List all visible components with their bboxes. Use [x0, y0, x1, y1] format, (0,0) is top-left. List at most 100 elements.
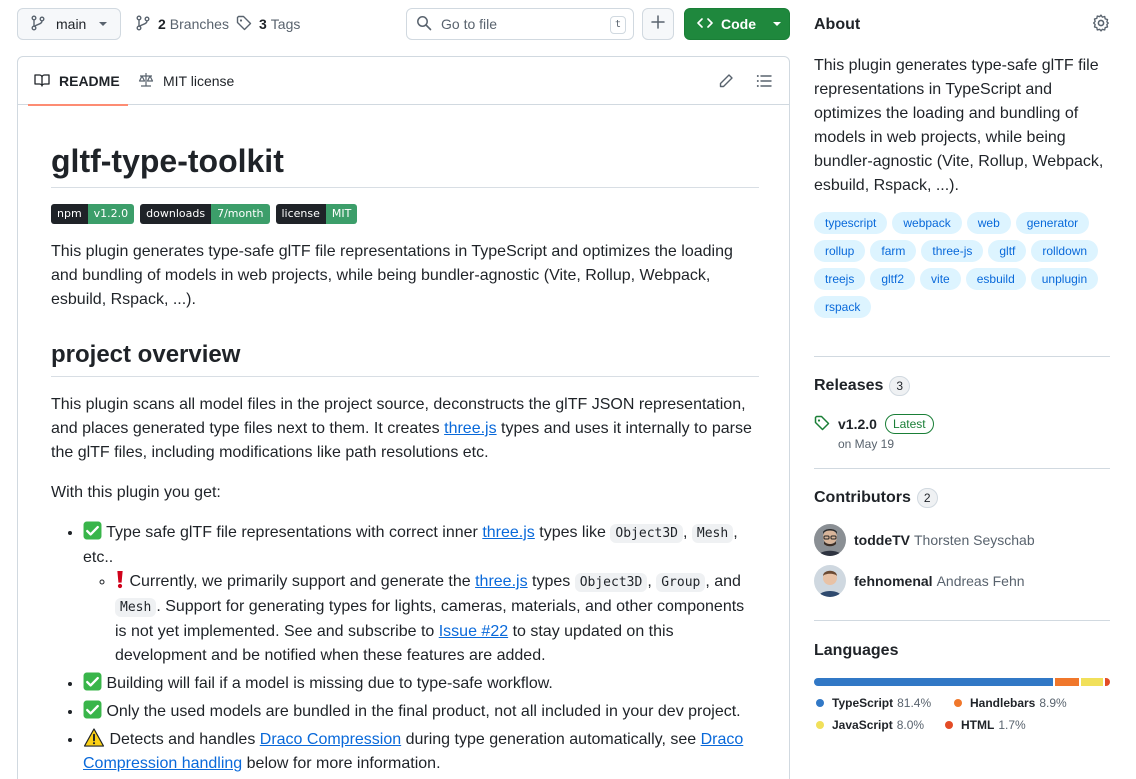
language-color-dot [954, 699, 962, 707]
downloads-badge[interactable]: downloads 7/month [140, 204, 270, 224]
repo-toolbar: main 2 Branches 3 Tags Go to file t Code [17, 8, 790, 40]
text: , [683, 524, 692, 541]
badge-key: downloads [140, 204, 212, 224]
tab-license[interactable]: MIT license [138, 57, 234, 105]
code-icon [697, 15, 713, 34]
tab-license-label: MIT license [163, 73, 235, 89]
contributors-heading[interactable]: Contributors 2 [814, 488, 938, 508]
intro-paragraph: This plugin generates type-safe glTF fil… [51, 243, 733, 308]
draco-link[interactable]: Draco Compression [260, 731, 401, 748]
avatar[interactable] [814, 524, 846, 556]
language-bar [814, 678, 1110, 686]
pencil-icon[interactable] [718, 73, 734, 92]
latest-release[interactable]: v1.2.0 Latest [814, 414, 934, 434]
divider [814, 356, 1110, 357]
topic-list: typescript webpack web generator rollup … [814, 212, 1110, 318]
language-percent: 8.9% [1039, 696, 1067, 710]
contributor-item[interactable]: toddeTV Thorsten Seyschab [814, 524, 1035, 556]
releases-count: 3 [889, 376, 911, 396]
language-name: JavaScript [832, 718, 893, 732]
tab-readme[interactable]: README [28, 57, 128, 106]
tags-count: 3 [259, 16, 267, 32]
badge-key: npm [51, 204, 88, 224]
inline-code: Object3D [574, 573, 648, 592]
topic-tag[interactable]: generator [1015, 212, 1090, 234]
topic-tag[interactable]: gltf2 [870, 268, 916, 290]
language-bar-segment [1054, 678, 1082, 686]
language-item[interactable]: HTML 1.7% [945, 718, 1026, 732]
gear-icon[interactable] [1092, 14, 1110, 35]
with-plugin-paragraph: With this plugin you get: [51, 484, 221, 501]
text: Building will fail if a model is missing… [102, 675, 553, 692]
avatar[interactable] [814, 565, 846, 597]
list-item: Currently, we primarily support and gene… [115, 570, 759, 668]
branch-selector-button[interactable]: main [17, 8, 121, 40]
topic-tag[interactable]: web [966, 212, 1011, 234]
branches-link[interactable]: 2 Branches [135, 8, 229, 40]
issue-link[interactable]: Issue #22 [439, 623, 508, 640]
language-color-dot [816, 721, 824, 729]
language-color-dot [816, 699, 824, 707]
about-heading: About [814, 16, 861, 33]
topic-tag[interactable]: treejs [814, 268, 866, 290]
topic-tag[interactable]: three-js [921, 240, 984, 262]
book-icon [34, 72, 50, 91]
topic-tag[interactable]: webpack [892, 212, 962, 234]
code-button-label: Code [721, 16, 756, 32]
topic-tag[interactable]: typescript [814, 212, 888, 234]
inline-code: Object3D [610, 524, 684, 543]
language-item[interactable]: Handlebars 8.9% [954, 696, 1067, 710]
topic-tag[interactable]: unplugin [1030, 268, 1099, 290]
readme-panel: README MIT license gltf-type-toolkit npm… [17, 56, 790, 779]
warning-icon [83, 728, 105, 747]
license-badge[interactable]: license MIT [275, 204, 358, 224]
contributor-login: toddeTV [854, 532, 910, 548]
text: types [527, 573, 575, 590]
topic-tag[interactable]: farm [870, 240, 917, 262]
releases-heading[interactable]: Releases 3 [814, 376, 911, 396]
topic-tag[interactable]: rollup [814, 240, 866, 262]
npm-version-badge[interactable]: npm v1.2.0 [51, 204, 135, 224]
contributor-login: fehnomenal [854, 573, 933, 589]
feature-list: Type safe glTF file representations with… [51, 521, 759, 776]
language-bar-segment [1104, 678, 1110, 686]
git-branch-icon [30, 15, 46, 34]
badge-key: license [275, 204, 326, 224]
text: below for more information. [242, 755, 441, 772]
language-bar-segment [1081, 678, 1105, 686]
language-item[interactable]: JavaScript 8.0% [816, 718, 924, 732]
inline-code: Mesh [115, 598, 157, 617]
tags-link[interactable]: 3 Tags [236, 8, 300, 40]
language-item[interactable]: TypeScript 81.4% [816, 696, 931, 710]
contributor-item[interactable]: fehnomenal Andreas Fehn [814, 565, 1025, 597]
check-mark-icon [83, 672, 102, 691]
contributors-title: Contributors [814, 489, 911, 506]
topic-tag[interactable]: rolldown [1031, 240, 1099, 262]
go-to-file-input[interactable]: Go to file t [406, 8, 634, 40]
table-of-contents-icon[interactable] [756, 73, 772, 92]
add-file-button[interactable] [642, 8, 674, 40]
threejs-link[interactable]: three.js [444, 420, 496, 437]
sub-list: Currently, we primarily support and gene… [83, 570, 759, 668]
topic-tag[interactable]: gltf [988, 240, 1027, 262]
threejs-link[interactable]: three.js [475, 573, 527, 590]
branch-name: main [56, 16, 87, 32]
language-percent: 1.7% [998, 718, 1026, 732]
check-mark-icon [83, 700, 102, 719]
topic-tag[interactable]: vite [920, 268, 961, 290]
release-version: v1.2.0 [838, 416, 877, 432]
search-placeholder: Go to file [441, 16, 498, 32]
latest-badge: Latest [884, 414, 934, 434]
divider [814, 468, 1110, 469]
list-item: Only the used models are bundled in the … [83, 700, 759, 724]
list-item: Building will fail if a model is missing… [83, 672, 759, 696]
code-button[interactable]: Code [684, 8, 790, 40]
branches-label: Branches [169, 16, 229, 32]
list-item: Type safe glTF file representations with… [83, 521, 759, 668]
text: , [647, 573, 657, 590]
topic-tag[interactable]: esbuild [965, 268, 1026, 290]
contributor-name: Thorsten Seyschab [914, 532, 1035, 548]
threejs-link[interactable]: three.js [482, 524, 534, 541]
topic-tag[interactable]: rspack [814, 296, 872, 318]
readme-content: gltf-type-toolkit npm v1.2.0 downloads 7… [51, 141, 759, 776]
